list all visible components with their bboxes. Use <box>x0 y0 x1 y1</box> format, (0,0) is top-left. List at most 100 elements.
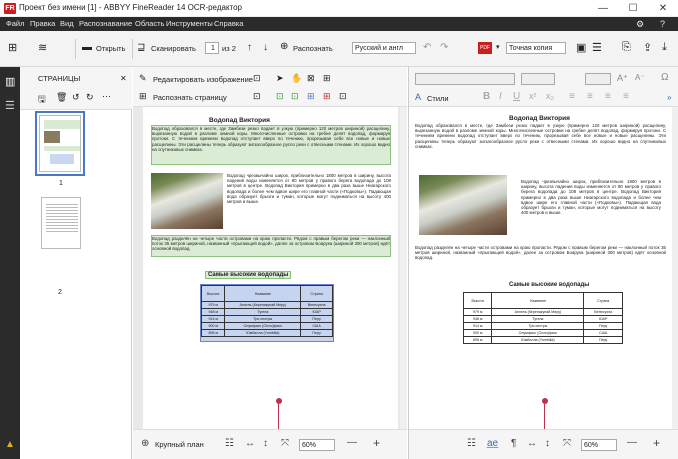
more-format-icon[interactable]: » <box>667 93 671 102</box>
increase-font-icon[interactable]: A⁺ <box>617 73 628 84</box>
settings-icon[interactable]: ⚙ <box>636 19 644 30</box>
subscript-icon[interactable]: x₂ <box>546 91 554 101</box>
pilcrow-icon[interactable]: ¶ <box>511 438 516 449</box>
language-select[interactable]: Русский и англ <box>352 42 416 54</box>
special-char-icon[interactable]: Ω <box>661 72 668 83</box>
delete-page-icon[interactable]: 🗑 <box>56 92 67 103</box>
justify-icon[interactable]: ≡ <box>623 91 629 102</box>
menu-help[interactable]: Справка <box>214 19 243 28</box>
next-page-icon[interactable]: ↓ <box>263 42 268 53</box>
image-view-icon[interactable]: ▣ <box>576 41 586 54</box>
save-page-icon[interactable]: 🖫 <box>38 92 46 108</box>
help-icon[interactable]: ? <box>660 19 665 29</box>
waterfall-photo[interactable] <box>151 173 223 229</box>
rec-table[interactable]: Высота Название Страна 979 м Анхель (Керепа… <box>462 292 623 352</box>
text-zoom-select[interactable]: 60% <box>581 439 617 451</box>
scan-button[interactable]: Сканировать <box>151 44 196 53</box>
zoom-out-button[interactable]: — <box>627 437 637 448</box>
menu-file[interactable]: Файл <box>6 19 24 28</box>
undo-icon[interactable]: ↶ <box>423 42 431 53</box>
underline-icon[interactable]: U <box>513 91 520 102</box>
image-settings-icon[interactable]: ⊡ <box>253 73 261 84</box>
page-settings-icon[interactable]: ⊡ <box>253 91 261 102</box>
fit-height-icon[interactable]: ↕ <box>263 438 268 449</box>
text-area-1[interactable]: Водопад образовался в месте, где Замбези… <box>151 125 391 165</box>
background-area-icon[interactable]: ⊡ <box>339 91 347 102</box>
font-select[interactable] <box>415 73 515 85</box>
menu-view[interactable]: Вид <box>60 19 74 28</box>
recognize-button[interactable]: Распознать <box>293 44 333 53</box>
recognize-page-button[interactable]: Распознать страницу <box>153 93 227 102</box>
rec-waterfall-photo[interactable] <box>419 175 507 235</box>
barcode-area-icon[interactable]: ⊞ <box>323 91 331 102</box>
text-scroll-marker[interactable] <box>542 398 548 404</box>
decrease-font-icon[interactable]: A⁻ <box>635 73 645 82</box>
list-view-icon[interactable]: ☰ <box>5 99 15 112</box>
layers-icon[interactable]: ≋ <box>38 41 47 54</box>
menu-edit[interactable]: Правка <box>30 19 55 28</box>
scroll-marker[interactable] <box>276 398 282 404</box>
text-view-icon[interactable]: ☰ <box>592 41 602 54</box>
styles-button[interactable]: Стили <box>427 94 449 103</box>
table-area[interactable]: Высота Название Страна 979 м Анхель (Керепа… <box>200 284 334 342</box>
page-number-input[interactable]: 1 <box>205 42 219 54</box>
image-view[interactable]: Водопад Виктория Водопад образовался в м… <box>133 107 407 429</box>
area-expand-icon[interactable]: ⊞ <box>323 73 331 84</box>
text-area-icon[interactable]: ⊡ <box>276 91 284 102</box>
bold-icon[interactable]: B <box>483 91 490 102</box>
fullscreen-icon[interactable]: ⤧ <box>281 438 289 449</box>
image-zoom-select[interactable]: 60% <box>299 439 335 451</box>
chevron-down-icon[interactable]: ▾ <box>496 43 500 51</box>
rotate-left-icon[interactable]: ↺ <box>72 92 80 103</box>
fit-page-icon[interactable]: ☷ <box>467 438 476 449</box>
page-thumb-1[interactable] <box>35 111 85 176</box>
menu-tools[interactable]: Инструменты <box>166 19 213 28</box>
close-button[interactable]: ✕ <box>648 0 678 17</box>
table-title[interactable]: Самые высокие водопады <box>205 271 292 279</box>
new-task-icon[interactable]: ⊞ <box>8 41 17 54</box>
minimize-button[interactable]: — <box>588 0 618 17</box>
warning-icon[interactable]: ▲ <box>5 439 15 450</box>
save-icon[interactable]: ⤓ <box>662 41 667 54</box>
edit-image-button[interactable]: Редактировать изображение <box>153 75 253 84</box>
align-right-icon[interactable]: ≡ <box>605 91 611 102</box>
pdf-icon[interactable]: PDF <box>478 42 492 54</box>
text-view[interactable]: Водопад Виктория Водопад образовался в м… <box>409 107 678 429</box>
hand-icon[interactable]: ✋ <box>291 73 302 84</box>
close-pages-icon[interactable]: ✕ <box>120 74 127 83</box>
fullscreen-icon[interactable]: ⤧ <box>563 438 571 449</box>
size-select[interactable] <box>585 73 611 85</box>
align-center-icon[interactable]: ≡ <box>587 91 593 102</box>
rec-text-3[interactable]: Водопад разделён на четыре части острова… <box>415 245 666 267</box>
more-icon[interactable]: ⋯ <box>102 91 111 102</box>
redo-icon[interactable]: ↷ <box>440 42 448 53</box>
rec-text-2[interactable]: Водопад чрезвычайно широк, приблизительн… <box>521 179 661 235</box>
zoom-label[interactable]: Крупный план <box>155 440 204 449</box>
zoom-in-button[interactable]: + <box>373 436 380 450</box>
text-vscrollbar[interactable] <box>672 107 678 429</box>
superscript-icon[interactable]: x² <box>529 91 537 101</box>
text-area-3[interactable]: Водопад разделён на четыре части острова… <box>151 235 391 257</box>
fit-width-icon[interactable]: ↔ <box>527 438 537 449</box>
area-delete-icon[interactable]: ⊠ <box>307 73 315 84</box>
table-area-icon[interactable]: ⊞ <box>307 91 315 102</box>
menu-recognition[interactable]: Распознавание <box>79 19 132 28</box>
open-button[interactable]: Открыть <box>96 44 125 53</box>
fit-page-icon[interactable]: ☷ <box>225 438 234 449</box>
font-size-select[interactable] <box>521 73 555 85</box>
show-format-icon[interactable]: a̲e̲ <box>487 438 498 449</box>
rotate-right-icon[interactable]: ↻ <box>86 92 94 103</box>
rec-text-1[interactable]: Водопад образовался в месте, где Замбези… <box>415 123 666 165</box>
page-thumb-2[interactable] <box>41 197 81 249</box>
text-area-2[interactable]: Водопад чрезвычайно широк, приблизительн… <box>227 173 391 229</box>
menu-area[interactable]: Область <box>135 19 164 28</box>
prev-page-icon[interactable]: ↑ <box>247 42 252 53</box>
italic-icon[interactable]: I <box>499 91 502 102</box>
export-icon[interactable]: ⇪ <box>643 41 652 54</box>
verify-icon[interactable]: ⎘ <box>622 41 631 54</box>
pages-view-icon[interactable]: ▥ <box>5 75 15 88</box>
picture-area-icon[interactable]: ⊡ <box>291 91 299 102</box>
fit-height-icon[interactable]: ↕ <box>545 438 550 449</box>
maximize-button[interactable]: ☐ <box>618 0 648 17</box>
zoom-out-button[interactable]: — <box>347 437 357 448</box>
